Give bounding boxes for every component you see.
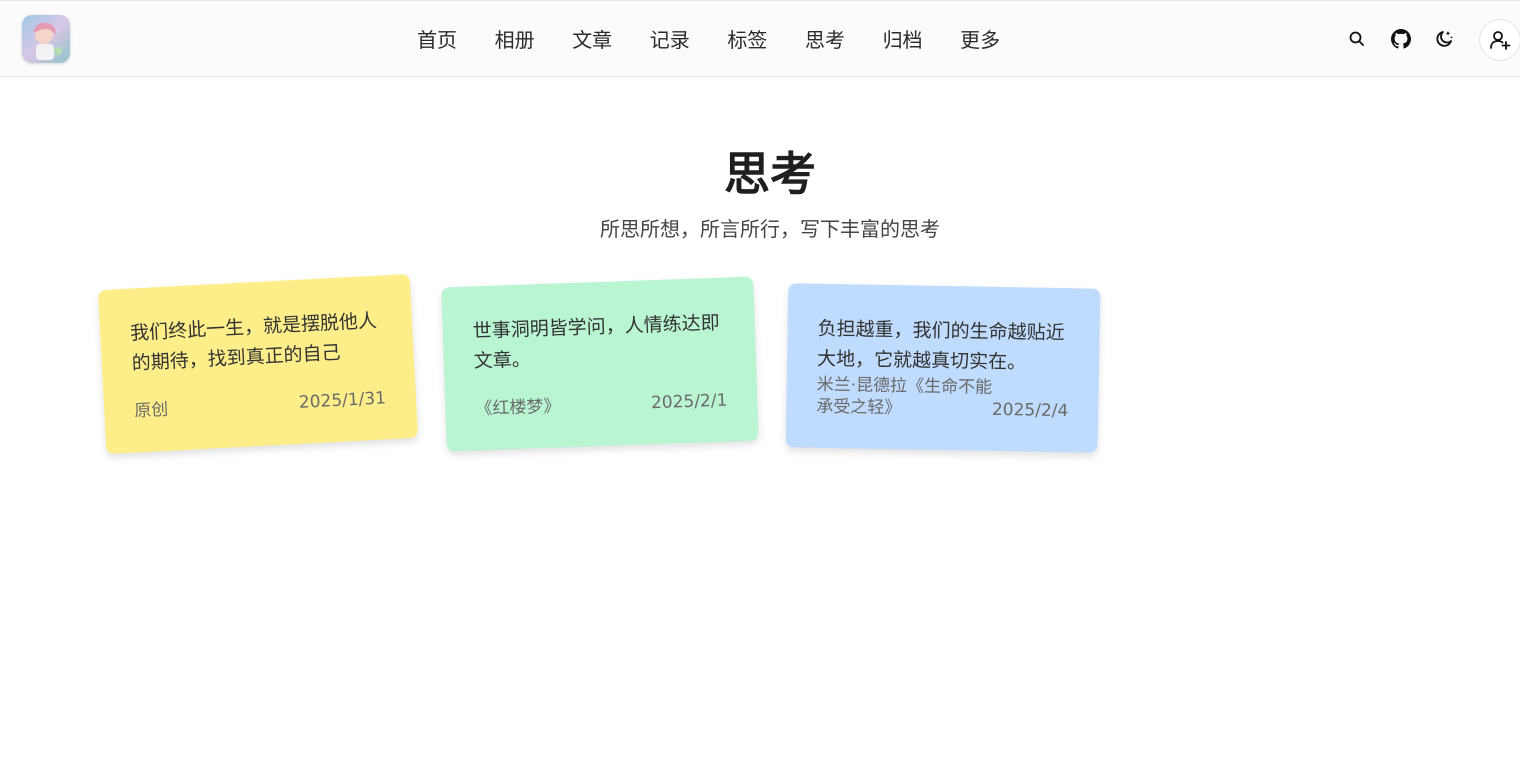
thought-source: 《红楼梦》 [475,396,561,420]
nav-link-more[interactable]: 更多 [960,20,1038,60]
search-icon[interactable] [1343,25,1371,53]
thought-source: 米兰·昆德拉《生命不能承受之轻》 [816,374,993,419]
thought-quote: 负担越重，我们的生命越贴近大地，它就越真切实在。 [816,317,1065,374]
thought-meta: 《红楼梦》 2025/2/1 [475,390,728,421]
nav-link-tags[interactable]: 标签 [727,20,805,60]
thought-card[interactable]: 世事洞明皆学问，人情练达即文章。 《红楼梦》 2025/2/1 [441,276,759,452]
thought-quote: 我们终此一生，就是摆脱他人的期待，找到真正的自己 [129,309,378,375]
page-title: 思考 [724,147,816,201]
thought-date: 2025/2/1 [650,390,728,414]
nav-link-thoughts[interactable]: 思考 [805,20,883,60]
nav-link-archive[interactable]: 归档 [883,20,961,60]
thought-quote: 世事洞明皆学问，人情练达即文章。 [472,311,721,373]
main-nav: 首页 相册 文章 记录 标签 思考 归档 更多 [417,1,1038,78]
site-logo[interactable] [22,15,70,63]
thought-card[interactable]: 我们终此一生，就是摆脱他人的期待，找到真正的自己 原创 2025/1/31 [97,273,419,455]
nav-link-home[interactable]: 首页 [417,20,495,60]
theme-toggle-icon[interactable] [1430,25,1458,53]
thought-card[interactable]: 负担越重，我们的生命越贴近大地，它就越真切实在。 米兰·昆德拉《生命不能承受之轻… [785,283,1101,453]
nav-link-records[interactable]: 记录 [650,20,728,60]
github-icon[interactable] [1387,25,1415,53]
top-navbar: 首页 相册 文章 记录 标签 思考 归档 更多 [0,0,1520,77]
thought-date: 2025/1/31 [298,388,387,413]
thought-source: 原创 [133,399,169,422]
user-add-icon[interactable] [1479,19,1520,61]
page-subtitle: 所思所想，所言所行，写下丰富的思考 [600,217,940,241]
nav-link-articles[interactable]: 文章 [572,20,650,60]
thought-meta: 米兰·昆德拉《生命不能承受之轻》 2025/2/4 [816,374,1069,422]
thought-date: 2025/2/4 [991,399,1069,422]
thought-meta: 原创 2025/1/31 [134,387,387,422]
nav-link-album[interactable]: 相册 [495,20,573,60]
